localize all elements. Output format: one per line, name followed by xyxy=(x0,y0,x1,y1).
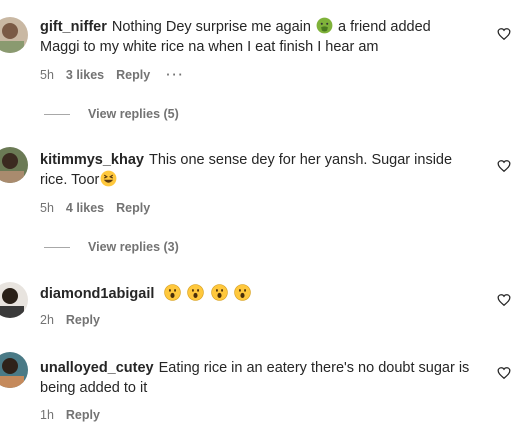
avatar[interactable] xyxy=(0,17,28,53)
view-replies-button[interactable]: View replies (3) xyxy=(44,240,179,254)
vomiting-face-emoji-icon xyxy=(316,17,333,34)
heart-outline-icon[interactable] xyxy=(497,366,511,380)
likes-count[interactable]: 3 likes xyxy=(66,68,104,82)
comment-time: 5h xyxy=(40,201,54,215)
grinning-squinting-face-emoji-icon xyxy=(100,170,117,187)
comment-meta: 1h Reply xyxy=(40,408,112,422)
comment-text: kitimmys_khay This one sense dey for her … xyxy=(40,152,453,188)
comment-meta: 5h 3 likes Reply ··· xyxy=(40,68,197,82)
reply-button[interactable]: Reply xyxy=(116,201,150,215)
heart-outline-icon[interactable] xyxy=(497,293,511,307)
replies-divider xyxy=(44,246,70,248)
view-replies-button[interactable]: View replies (5) xyxy=(44,107,179,121)
face-with-open-mouth-emoji-icon xyxy=(210,284,228,301)
avatar[interactable] xyxy=(0,147,28,183)
face-with-open-mouth-emoji-icon xyxy=(164,284,182,301)
comment-text: diamond1abigail xyxy=(40,284,470,304)
comment-username[interactable]: kitimmys_khay xyxy=(40,152,144,168)
comment-username[interactable]: diamond1abigail xyxy=(40,286,154,302)
reply-button[interactable]: Reply xyxy=(66,408,100,422)
more-options-button[interactable]: ··· xyxy=(166,68,185,82)
avatar[interactable] xyxy=(0,352,28,388)
replies-divider xyxy=(44,113,70,115)
heart-outline-icon[interactable] xyxy=(497,27,511,41)
comment-time: 5h xyxy=(40,68,54,82)
comment-time: 1h xyxy=(40,408,54,422)
comment-username[interactable]: gift_niffer xyxy=(40,19,107,35)
comment-time: 2h xyxy=(40,313,54,327)
reply-button[interactable]: Reply xyxy=(66,313,100,327)
reply-button[interactable]: Reply xyxy=(116,68,150,82)
heart-outline-icon[interactable] xyxy=(497,159,511,173)
face-with-open-mouth-emoji-icon xyxy=(233,284,251,301)
likes-count[interactable]: 4 likes xyxy=(66,201,104,215)
face-with-open-mouth-emoji-icon xyxy=(187,284,205,301)
comment-text: gift_niffer Nothing Dey surprise me again… xyxy=(40,17,431,55)
avatar[interactable] xyxy=(0,282,28,318)
comment-meta: 2h Reply xyxy=(40,313,112,327)
comment-username[interactable]: unalloyed_cutey xyxy=(40,360,154,376)
comment-text: unalloyed_cutey Eating rice in an eatery … xyxy=(40,360,470,396)
comment-meta: 5h 4 likes Reply xyxy=(40,201,162,215)
